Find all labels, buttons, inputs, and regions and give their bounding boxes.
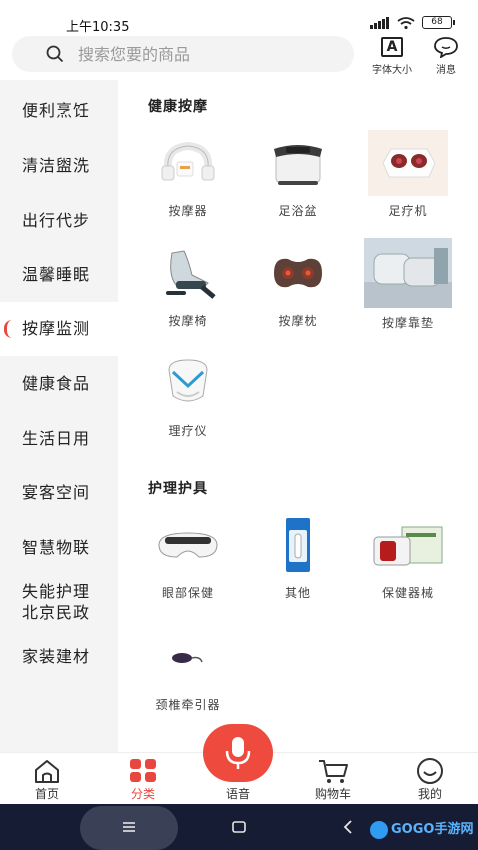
product-category-item[interactable]: 保健器械 [358, 512, 458, 601]
massage-pillow-image [258, 240, 338, 306]
voice-label: 语音 [225, 787, 250, 801]
battery-icon: 68 [422, 16, 455, 29]
message-bubble-icon [434, 37, 458, 58]
product-category-item[interactable]: 理疗仪 [138, 350, 238, 439]
status-bar: 上午10:35 68 [0, 0, 478, 35]
eye-massager-image [148, 512, 228, 578]
massage-chair-image [148, 240, 228, 306]
font-size-button[interactable]: A 字体大小 [364, 36, 420, 76]
smile-profile-icon [417, 758, 443, 784]
product-category-item[interactable]: 足疗机 [358, 130, 458, 219]
massage-cushion-image [364, 238, 452, 308]
font-size-label: 字体大小 [372, 65, 412, 76]
signal-icon [370, 16, 390, 29]
product-category-item[interactable]: 眼部保健 [138, 512, 238, 601]
product-category-item[interactable]: 颈椎牵引器 [138, 624, 238, 713]
wifi-icon [397, 16, 415, 29]
search-row: A 字体大小 消息 [0, 34, 478, 80]
voice-button[interactable] [203, 724, 273, 782]
sidebar-item-cleaning[interactable]: 清洁盥洗 [0, 155, 118, 176]
nursing-product-image [258, 512, 338, 578]
sidebar-item-sleep[interactable]: 温馨睡眠 [0, 264, 118, 285]
cart-icon [319, 760, 348, 783]
sidebar-item-smart-iot[interactable]: 智慧物联 [0, 537, 118, 558]
status-time: 上午10:35 [66, 20, 130, 35]
sidebar-item-daily-life[interactable]: 生活日用 [0, 428, 118, 449]
active-indicator [4, 320, 12, 338]
home-square-icon[interactable] [231, 820, 247, 834]
neck-massager-image [148, 130, 228, 196]
status-icons: 68 [370, 16, 455, 29]
sidebar-item-disability-care[interactable]: 失能护理 北京民政 [0, 581, 118, 623]
physiotherapy-device-image [148, 350, 228, 416]
category-sidebar: 便利烹饪 清洁盥洗 出行代步 温馨睡眠 按摩监测 健康食品 生活日用 宴客空间 … [0, 80, 118, 752]
search-icon [46, 45, 64, 63]
messages-label: 消息 [436, 65, 456, 76]
product-category-item[interactable]: 按摩器 [138, 130, 238, 219]
home-icon [35, 760, 59, 783]
menu-icon[interactable] [121, 821, 137, 833]
nav-cart[interactable]: 购物车 [298, 757, 368, 802]
section-title: 健康按摩 [148, 99, 208, 115]
nav-home[interactable]: 首页 [12, 757, 82, 802]
section-title: 护理护具 [148, 481, 208, 497]
category-content: 健康按摩 按摩器 足浴盆 足疗机 按摩椅 按摩枕 按摩靠垫 理疗仪 护理护具 眼… [118, 80, 478, 752]
product-category-item[interactable]: 按摩枕 [248, 240, 348, 329]
nav-mine[interactable]: 我的 [395, 757, 465, 802]
messages-button[interactable]: 消息 [418, 36, 474, 76]
product-category-item[interactable]: 按摩椅 [138, 240, 238, 329]
category-grid-icon [130, 759, 156, 782]
nav-category[interactable]: 分类 [108, 757, 178, 802]
cervical-traction-image [148, 624, 228, 690]
health-device-image [368, 512, 448, 578]
font-size-icon: A [381, 37, 403, 57]
sidebar-item-health-food[interactable]: 健康食品 [0, 373, 118, 394]
product-category-item[interactable]: 其他 [248, 512, 348, 601]
sidebar-item-mobility[interactable]: 出行代步 [0, 210, 118, 231]
foot-bath-image [258, 130, 338, 196]
watermark-logo: GOGO手游网 [370, 818, 473, 839]
foot-massager-image [368, 130, 448, 196]
product-category-item[interactable]: 足浴盆 [248, 130, 348, 219]
system-nav-bar: GOGO手游网 [0, 804, 478, 850]
search-box[interactable] [12, 36, 354, 72]
sidebar-item-cooking[interactable]: 便利烹饪 [0, 100, 118, 121]
microphone-icon [225, 737, 251, 769]
product-category-item[interactable]: 按摩靠垫 [354, 238, 462, 331]
sidebar-item-home-decor[interactable]: 家装建材 [0, 646, 118, 667]
search-input[interactable] [78, 44, 318, 64]
back-arrow-icon[interactable] [342, 819, 354, 835]
sidebar-item-massage[interactable]: 按摩监测 [0, 302, 118, 356]
sidebar-item-dining-space[interactable]: 宴客空间 [0, 482, 118, 503]
